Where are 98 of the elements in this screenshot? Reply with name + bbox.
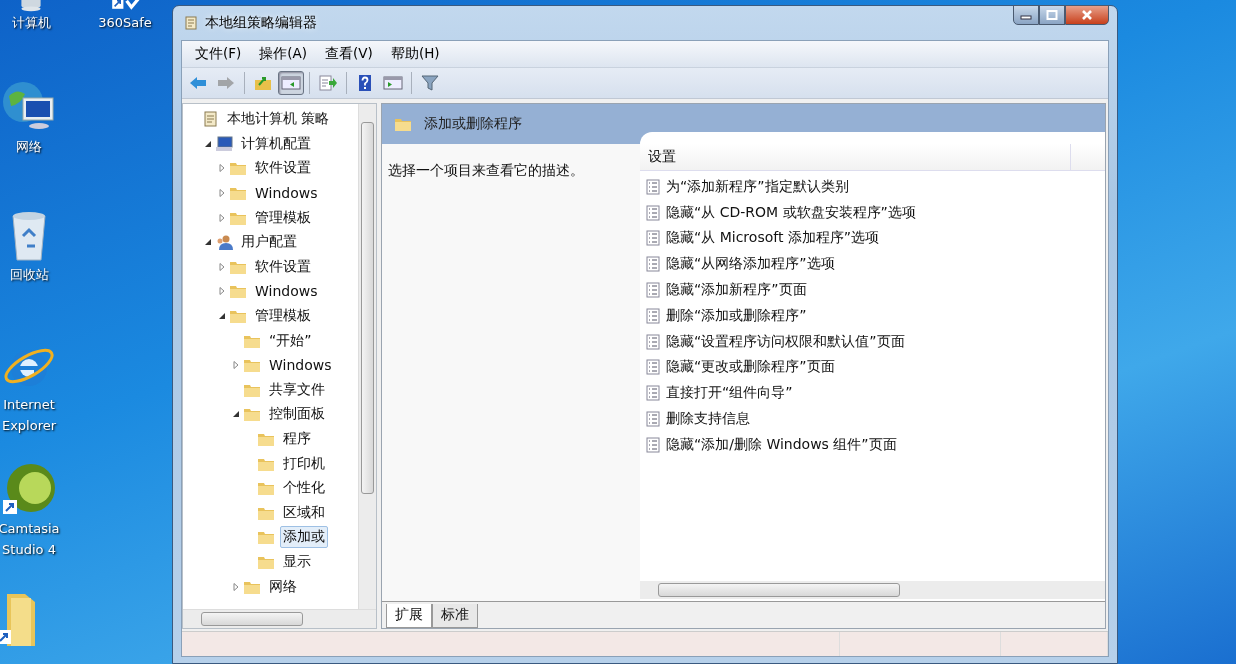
scroll-icon bbox=[183, 15, 199, 31]
setting-icon bbox=[646, 282, 660, 299]
tree-item[interactable]: “开始” bbox=[266, 329, 315, 352]
tree-item[interactable]: 控制面板 bbox=[266, 403, 328, 426]
menu-item[interactable]: 操作(A) bbox=[250, 45, 317, 63]
tree-item[interactable]: 本地计算机 策略 bbox=[224, 108, 333, 131]
filter-icon bbox=[420, 75, 440, 91]
left-arrow-icon bbox=[188, 75, 208, 91]
folder-icon bbox=[229, 160, 247, 177]
setting-item[interactable]: 隐藏“添加/删除 Windows 组件”页面 bbox=[666, 435, 897, 454]
folder-icon bbox=[229, 283, 247, 300]
horizontal-scrollbar[interactable] bbox=[183, 609, 376, 628]
horizontal-scrollbar[interactable] bbox=[640, 581, 1105, 599]
tree-item[interactable]: 显示 bbox=[280, 551, 314, 573]
tree-item[interactable]: 区域和 bbox=[280, 501, 328, 524]
description-text: 选择一个项目来查看它的描述。 bbox=[388, 162, 584, 178]
setting-item[interactable]: 删除支持信息 bbox=[666, 410, 750, 429]
panel-icon bbox=[281, 75, 301, 91]
folder-icon bbox=[229, 185, 247, 202]
folder-icon bbox=[257, 480, 275, 497]
setting-item[interactable]: 隐藏“设置程序访问权限和默认值”页面 bbox=[666, 332, 905, 351]
setting-icon bbox=[646, 230, 660, 247]
setting-item[interactable]: 隐藏“从 CD-ROM 或软盘安装程序”选项 bbox=[666, 203, 916, 222]
setting-item[interactable]: 为“添加新程序”指定默认类别 bbox=[666, 177, 849, 196]
tree-button[interactable] bbox=[278, 71, 304, 95]
export-list-icon bbox=[318, 75, 338, 91]
tree-item[interactable]: 软件设置 bbox=[252, 255, 314, 278]
tree-item[interactable]: 用户配置 bbox=[238, 231, 300, 254]
expand-arrow-icon[interactable] bbox=[218, 189, 226, 198]
setting-icon bbox=[646, 385, 660, 402]
folder-icon bbox=[257, 431, 275, 447]
close-button[interactable] bbox=[1065, 5, 1109, 25]
window-title: 本地组策略编辑器 bbox=[205, 14, 317, 32]
folder-icon bbox=[257, 554, 275, 570]
setting-icon bbox=[646, 307, 660, 324]
close-icon bbox=[1081, 10, 1093, 20]
desktop-icon-label[interactable]: 计算机 bbox=[11, 12, 51, 33]
menu-item[interactable]: 查看(V) bbox=[316, 45, 382, 63]
expand-arrow-icon[interactable] bbox=[218, 213, 226, 222]
setting-icon bbox=[646, 359, 660, 376]
menu-item[interactable]: 文件(F) bbox=[186, 45, 251, 63]
tree-item[interactable]: 共享文件 bbox=[266, 378, 328, 401]
users-icon bbox=[215, 234, 233, 251]
tree-item[interactable]: 程序 bbox=[280, 428, 314, 450]
maximize-button[interactable] bbox=[1039, 5, 1065, 25]
tree-item[interactable]: Windows bbox=[252, 183, 321, 204]
desktop-icon-label[interactable]: 360Safe bbox=[98, 12, 152, 33]
desktop-icon-label[interactable]: 网络 bbox=[16, 136, 42, 157]
folder-up-icon bbox=[253, 75, 273, 91]
expand-arrow-icon[interactable] bbox=[218, 164, 226, 173]
setting-item[interactable]: 隐藏“添加新程序”页面 bbox=[666, 281, 807, 300]
tree-item[interactable]: Windows bbox=[266, 355, 335, 376]
section-title: 添加或删除程序 bbox=[424, 115, 522, 133]
setting-icon bbox=[646, 333, 660, 350]
menu-item[interactable]: 帮助(H) bbox=[381, 45, 449, 63]
maximize-icon bbox=[1046, 10, 1058, 20]
scroll-icon bbox=[201, 111, 219, 128]
folder-icon bbox=[229, 308, 247, 325]
desktop-icon-label[interactable]: 回收站 bbox=[9, 264, 49, 285]
expand-arrow-icon[interactable] bbox=[218, 287, 226, 296]
folder-icon bbox=[394, 116, 412, 132]
tree-item[interactable]: 个性化 bbox=[280, 477, 328, 500]
setting-icon bbox=[646, 178, 660, 195]
view-tab[interactable]: 标准 bbox=[432, 604, 478, 628]
tree-item[interactable]: 网络 bbox=[266, 575, 300, 598]
setting-icon bbox=[646, 204, 660, 221]
view-tab[interactable]: 扩展 bbox=[386, 604, 432, 628]
expand-arrow-icon[interactable] bbox=[232, 582, 240, 591]
collapse-arrow-icon[interactable] bbox=[204, 238, 212, 247]
tree-item[interactable]: 添加或 bbox=[280, 526, 328, 549]
right-arrow-icon bbox=[216, 75, 236, 91]
computer-icon bbox=[215, 135, 233, 152]
folder-icon bbox=[257, 529, 275, 546]
setting-item[interactable]: 隐藏“从 Microsoft 添加程序”选项 bbox=[666, 229, 880, 248]
tree-item[interactable]: 打印机 bbox=[280, 452, 328, 475]
collapse-arrow-icon[interactable] bbox=[232, 410, 240, 419]
panel-icon bbox=[383, 75, 403, 91]
setting-icon bbox=[646, 256, 660, 273]
setting-item[interactable]: 隐藏“更改或删除程序”页面 bbox=[666, 358, 835, 377]
setting-icon bbox=[646, 411, 660, 428]
desktop-icon-label[interactable]: Internet Explorer bbox=[0, 394, 66, 436]
minimize-button[interactable] bbox=[1013, 5, 1039, 25]
folder-icon bbox=[243, 357, 261, 374]
setting-item[interactable]: 隐藏“从网络添加程序”选项 bbox=[666, 255, 835, 274]
collapse-arrow-icon[interactable] bbox=[204, 139, 212, 148]
tree-item[interactable]: 计算机配置 bbox=[238, 132, 314, 155]
tree-item[interactable]: 管理模板 bbox=[252, 206, 314, 229]
setting-item[interactable]: 直接打开“组件向导” bbox=[666, 384, 793, 403]
setting-item[interactable]: 删除“添加或删除程序” bbox=[666, 306, 807, 325]
expand-arrow-icon[interactable] bbox=[232, 361, 240, 370]
expand-arrow-icon[interactable] bbox=[218, 262, 226, 271]
vertical-scrollbar[interactable] bbox=[358, 104, 376, 609]
tree-item[interactable]: 软件设置 bbox=[252, 157, 314, 180]
tree-item[interactable]: 管理模板 bbox=[252, 305, 314, 328]
folder-icon bbox=[243, 406, 261, 423]
tree-item[interactable]: Windows bbox=[252, 281, 321, 302]
collapse-arrow-icon[interactable] bbox=[218, 312, 226, 321]
setting-icon bbox=[646, 436, 660, 453]
